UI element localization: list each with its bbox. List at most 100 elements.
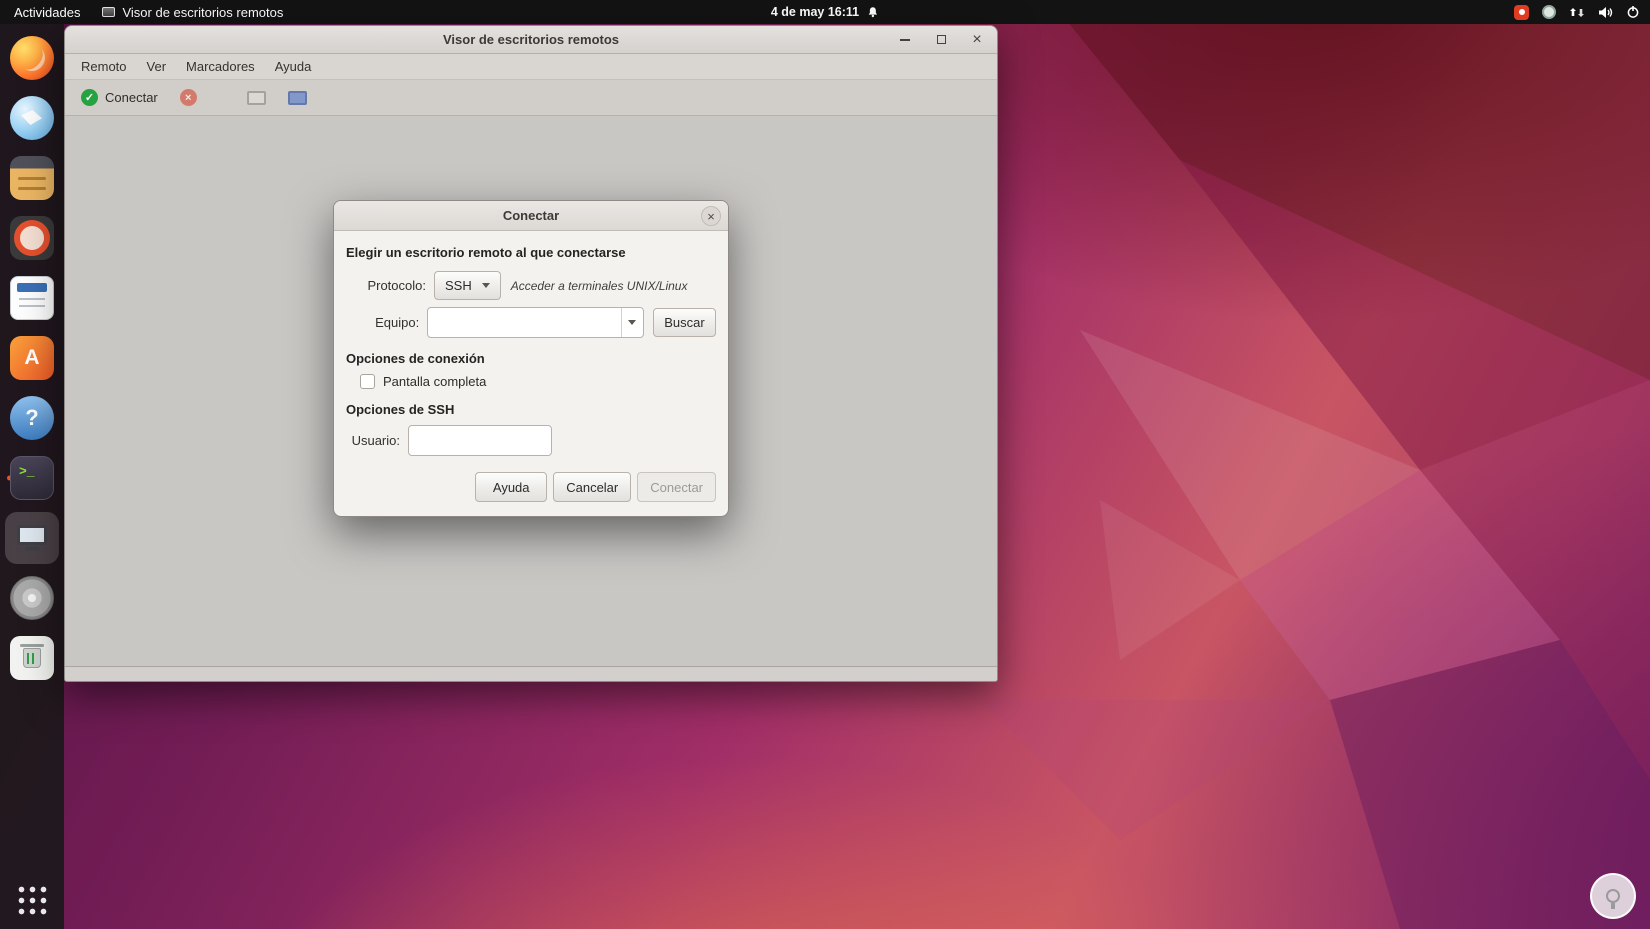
- network-icon: [1570, 7, 1584, 17]
- dock-item-thunderbird[interactable]: [5, 92, 59, 144]
- dock: A ? >_: [0, 24, 64, 929]
- help-button[interactable]: Ayuda: [475, 472, 548, 502]
- focused-app-label: Visor de escritorios remotos: [122, 4, 284, 20]
- host-dropdown-arrow[interactable]: [620, 308, 643, 337]
- rhythmbox-icon: [10, 216, 54, 260]
- window-controls: ×: [895, 30, 987, 50]
- monitor-stand-glyph: [25, 547, 39, 551]
- protocol-dropdown[interactable]: SSH: [434, 271, 501, 300]
- protocol-value: SSH: [445, 278, 472, 293]
- fullscreen-icon: [287, 90, 307, 105]
- disconnect-x-icon: ×: [179, 89, 197, 106]
- menu-remoto[interactable]: Remoto: [71, 55, 137, 78]
- disconnect-toolbutton[interactable]: ×: [174, 85, 203, 110]
- fullscreen-label[interactable]: Pantalla completa: [383, 374, 486, 389]
- dialog-title: Conectar: [502, 208, 560, 223]
- menu-ayuda[interactable]: Ayuda: [265, 55, 322, 78]
- notification-bell-icon: [868, 7, 878, 18]
- cancel-button[interactable]: Cancelar: [553, 472, 632, 502]
- disks-icon: [10, 576, 54, 620]
- activities-button[interactable]: Actividades: [14, 5, 80, 20]
- remote-desktop-viewer-icon: [10, 516, 54, 560]
- connection-options-heading: Opciones de conexión: [346, 351, 485, 366]
- dock-item-files[interactable]: [5, 152, 59, 204]
- menu-bar: Remoto Ver Marcadores Ayuda: [65, 54, 997, 80]
- username-row: Usuario:: [346, 425, 716, 456]
- dock-item-rhythmbox[interactable]: [5, 212, 59, 264]
- dock-item-terminal[interactable]: >_: [5, 452, 59, 504]
- dock-item-remote-desktop-viewer[interactable]: [5, 512, 59, 564]
- focused-app-indicator[interactable]: Visor de escritorios remotos: [102, 5, 283, 20]
- menu-marcadores[interactable]: Marcadores: [176, 55, 265, 78]
- username-label: Usuario:: [351, 433, 400, 448]
- terminal-icon: >_: [10, 456, 54, 500]
- clock-menu[interactable]: 4 de may 16:11: [771, 0, 879, 24]
- window-titlebar[interactable]: Visor de escritorios remotos ×: [65, 26, 997, 54]
- minimize-icon: [900, 38, 910, 41]
- screen-record-indicator-icon: [1514, 4, 1529, 20]
- desktop: Actividades Visor de escritorios remotos…: [0, 0, 1650, 929]
- monitor-glyph: [17, 525, 47, 545]
- protocol-hint: Acceder a terminales UNIX/Linux: [510, 278, 688, 293]
- connect-button[interactable]: Conectar: [637, 472, 716, 502]
- close-icon: ×: [972, 30, 982, 48]
- dialog-actions: Ayuda Cancelar Conectar: [346, 472, 716, 502]
- power-icon: [1627, 6, 1639, 18]
- host-row: Equipo: Buscar: [346, 307, 716, 338]
- dock-item-disks[interactable]: [5, 572, 59, 624]
- help-icon: ?: [10, 396, 54, 440]
- dialog-close-icon: ×: [707, 208, 715, 224]
- maximize-button[interactable]: [931, 30, 951, 50]
- fullscreen-toolbutton[interactable]: [282, 87, 313, 109]
- files-icon: [10, 156, 54, 200]
- chevron-down-icon: [481, 283, 490, 288]
- status-bar: [65, 666, 997, 681]
- dialog-body: Elegir un escritorio remoto al que conec…: [334, 231, 728, 516]
- fullscreen-checkbox[interactable]: [360, 374, 375, 389]
- host-entry[interactable]: [427, 307, 644, 338]
- system-tray[interactable]: [1514, 0, 1640, 24]
- ssh-options-heading: Opciones de SSH: [346, 402, 455, 417]
- show-applications-button[interactable]: [15, 884, 49, 917]
- dock-item-libreoffice-writer[interactable]: [5, 272, 59, 324]
- trash-bin-glyph: [20, 644, 44, 668]
- chevron-down-icon: [628, 320, 637, 325]
- dialog-heading: Elegir un escritorio remoto al que conec…: [346, 245, 626, 260]
- app-indicator-icon: [1542, 5, 1556, 19]
- top-bar: Actividades Visor de escritorios remotos…: [0, 0, 1650, 24]
- take-screenshot-icon: [246, 90, 266, 105]
- dock-item-firefox[interactable]: [5, 32, 59, 84]
- dock-item-trash[interactable]: [5, 632, 59, 684]
- ubuntu-software-icon: A: [10, 336, 54, 380]
- host-combobox: [427, 307, 644, 338]
- minimize-button[interactable]: [895, 30, 915, 50]
- trash-icon: [10, 636, 54, 680]
- dialog-close-button[interactable]: ×: [701, 206, 721, 226]
- volume-icon: [1599, 6, 1613, 18]
- connect-check-icon: ✓: [81, 89, 98, 106]
- window-title: Visor de escritorios remotos: [442, 32, 620, 47]
- dock-item-ubuntu-software[interactable]: A: [5, 332, 59, 384]
- connect-toolbutton-label: Conectar: [105, 90, 158, 105]
- hint-bubble: [1590, 873, 1636, 919]
- maximize-icon: [936, 35, 946, 44]
- host-label: Equipo:: [375, 315, 420, 330]
- menu-ver[interactable]: Ver: [137, 55, 177, 78]
- fullscreen-row: Pantalla completa: [360, 374, 716, 389]
- find-button[interactable]: Buscar: [652, 308, 716, 337]
- lightbulb-icon: [1606, 889, 1620, 909]
- close-button[interactable]: ×: [967, 30, 987, 50]
- clock-label: 4 de may 16:11: [770, 5, 860, 19]
- app-window-icon: [102, 7, 116, 17]
- dialog-titlebar[interactable]: Conectar ×: [334, 201, 728, 231]
- libreoffice-writer-icon: [10, 276, 54, 320]
- protocol-label: Protocolo:: [367, 278, 426, 293]
- connect-dialog: Conectar × Elegir un escritorio remoto a…: [333, 200, 729, 517]
- username-entry[interactable]: [408, 425, 552, 456]
- connect-toolbutton[interactable]: ✓ Conectar: [75, 85, 164, 110]
- protocol-row: Protocolo: SSH Acceder a terminales UNIX…: [346, 271, 716, 300]
- thunderbird-icon: [10, 96, 54, 140]
- dock-item-help[interactable]: ?: [5, 392, 59, 444]
- screenshot-toolbutton[interactable]: [241, 87, 272, 109]
- toolbar: ✓ Conectar ×: [65, 80, 997, 116]
